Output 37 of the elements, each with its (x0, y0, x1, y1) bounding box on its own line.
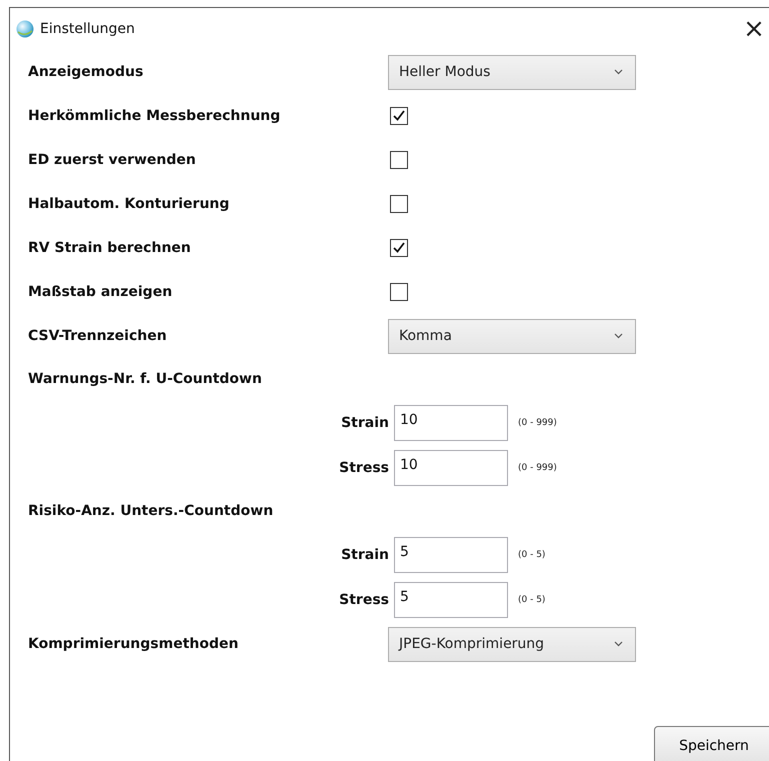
section-label: Risiko-Anz. Unters.-Countdown (28, 503, 274, 519)
dropdown[interactable]: Komma (388, 318, 636, 354)
field-label: Stress (338, 460, 389, 476)
close-button[interactable]: × (739, 14, 769, 44)
number-field[interactable]: 5 (394, 582, 508, 618)
dropdown[interactable]: JPEG-Komprimierung (388, 626, 636, 662)
section-label: Warnungs-Nr. f. U-Countdown (28, 371, 263, 387)
checkbox[interactable] (390, 151, 408, 169)
save-button[interactable]: Speichern (654, 726, 769, 761)
app-logo-icon (16, 20, 34, 38)
field-label: Strain (340, 546, 389, 562)
setting-label: CSV-Trennzeichen (28, 328, 168, 344)
range-hint: (0 - 999) (518, 418, 557, 428)
field-label: Stress (338, 592, 389, 608)
chevron-down-icon (614, 641, 623, 647)
range-hint: (0 - 5) (518, 550, 546, 560)
setting-label: ED zuerst verwenden (28, 152, 197, 168)
number-field[interactable]: 5 (394, 536, 508, 572)
chevron-down-icon (614, 333, 623, 339)
setting-label: Komprimierungsmethoden (28, 636, 240, 652)
checkbox[interactable] (390, 107, 408, 125)
chevron-down-icon (614, 69, 623, 75)
setting-label: Anzeigemodus (28, 64, 144, 80)
number-field[interactable]: 10 (394, 450, 508, 486)
checkbox[interactable] (390, 195, 408, 213)
window-title: Einstellungen (40, 21, 135, 37)
checkbox[interactable] (390, 239, 408, 257)
setting-label: Herkömmliche Messberechnung (28, 108, 282, 124)
setting-label: Maßstab anzeigen (28, 284, 174, 300)
setting-label: Halbautom. Konturierung (28, 196, 230, 212)
setting-label: RV Strain berechnen (28, 240, 192, 256)
range-hint: (0 - 999) (518, 462, 557, 472)
checkbox[interactable] (390, 283, 408, 301)
number-field[interactable]: 10 (394, 404, 508, 440)
range-hint: (0 - 5) (518, 594, 546, 604)
dropdown[interactable]: Heller Modus (388, 54, 636, 90)
field-label: Strain (340, 414, 389, 430)
